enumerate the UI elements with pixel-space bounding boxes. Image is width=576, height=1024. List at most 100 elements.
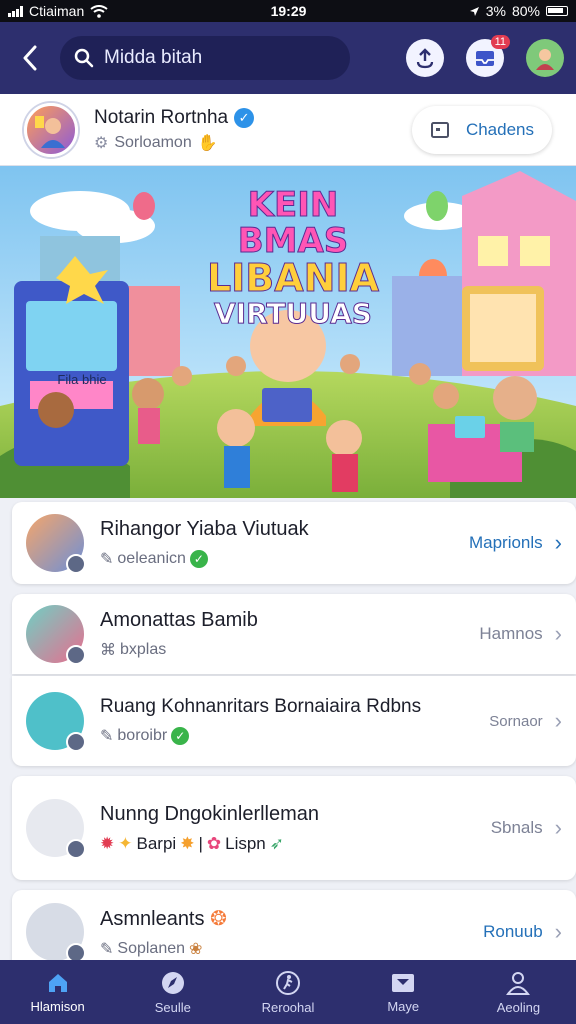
item-title: Asmnleants <box>100 907 205 930</box>
battery-percent: 80% <box>511 3 540 19</box>
item-title: Amonattas Bamib <box>100 608 258 631</box>
notification-badge: 11 <box>490 35 510 49</box>
edit-icon: ✎ <box>100 728 114 745</box>
divider: | <box>198 833 203 853</box>
channel-subtitle-row: ⚙ Sorloamon ✋ <box>94 133 254 153</box>
item-title: Ruang Kohnanritars Bornaiaira Rdbns <box>100 696 422 717</box>
profile-avatar-button[interactable] <box>526 39 564 77</box>
flower-icon: ✿ <box>206 833 222 853</box>
status-right: 3% 80% <box>469 3 568 19</box>
item-action-label: Hamnos <box>479 624 543 643</box>
item-avatar <box>26 605 86 665</box>
verified-icon: ✓ <box>234 107 255 128</box>
list-item[interactable]: Ruang Kohnanritars Bornaiaira Rdbns ✎ bo… <box>12 676 576 766</box>
item-title: Rihangor Yiaba Viutuak <box>100 517 309 540</box>
channel-avatar-image <box>35 115 65 148</box>
channel-avatar[interactable] <box>24 102 78 157</box>
bluetooth-battery: 3% <box>485 3 506 19</box>
list-item[interactable]: Nunng Dngokinlerlleman ✹ ✦ Barpi ✸ | ✿ L… <box>12 776 576 880</box>
item-action[interactable]: Sbnals › <box>491 815 562 841</box>
hand-icon: ✋ <box>197 134 218 152</box>
top-nav: 11 <box>0 22 576 94</box>
channel-name: Notarin Rortnha <box>94 106 229 128</box>
inbox-icon <box>476 51 494 66</box>
upload-button[interactable] <box>406 39 444 77</box>
clock: 19:29 <box>270 3 307 19</box>
gear-icon: ⚙ <box>94 134 109 152</box>
check-icon: ✓ <box>189 549 208 568</box>
search-input[interactable] <box>104 47 324 69</box>
item-avatar <box>26 692 86 752</box>
channels-button[interactable]: Chadens <box>411 105 552 154</box>
item-avatar <box>26 903 86 963</box>
search-bar[interactable] <box>60 36 350 80</box>
item-action[interactable]: Maprionls › <box>469 530 562 556</box>
banner-title: KEIN BMAS LIBANIA VIRTUUAS <box>188 185 398 331</box>
check-icon: ✓ <box>171 727 190 745</box>
tab-label: Hlamison <box>30 998 85 1014</box>
wifi-icon <box>90 4 108 18</box>
channel-info: Notarin Rortnha ✓ ⚙ Sorloamon ✋ <box>94 106 255 153</box>
item-avatar <box>26 799 86 859</box>
home-icon <box>48 973 67 992</box>
frame-icon <box>430 121 449 138</box>
star-icon: ✦ <box>118 833 133 853</box>
item-title-row: Asmnleants ❂ <box>100 906 483 931</box>
item-body: Rihangor Yiaba Viutuak ✎ oeleanicn ✓ <box>100 518 469 569</box>
upload-icon <box>416 48 434 69</box>
sticker-icon: ❂ <box>210 907 227 930</box>
item-action-label: Maprionls <box>468 533 543 552</box>
item-subtitle-row: ✎ boroibr ✓ <box>100 726 489 746</box>
person-icon <box>506 971 531 995</box>
list-item[interactable]: Amonattas Bamib ⌘ bxplas Hamnos › <box>12 594 576 674</box>
tab-label: Seulle <box>154 999 191 1015</box>
channel-subtitle: Sorloamon <box>114 133 192 151</box>
item-subtitle-a: Barpi <box>136 833 177 853</box>
list-item[interactable]: Rihangor Yiaba Viutuak ✎ oeleanicn ✓ Map… <box>12 502 576 584</box>
item-subtitle-row: ✹ ✦ Barpi ✸ | ✿ Lispn ➶ <box>100 834 491 854</box>
status-dot <box>66 839 86 859</box>
carrier-label: Ctiaiman <box>29 3 85 19</box>
item-subtitle: bxplas <box>120 640 167 658</box>
tab-account[interactable]: Aeoling <box>461 960 576 1024</box>
notifications-button[interactable]: 11 <box>466 35 510 77</box>
battery-icon <box>545 6 568 16</box>
tab-label: Aeoling <box>496 999 541 1015</box>
location-icon <box>469 6 479 16</box>
activity-icon <box>276 970 300 995</box>
item-subtitle-row: ✎ oeleanicn ✓ <box>100 549 469 569</box>
tab-explore[interactable]: Seulle <box>115 960 230 1024</box>
chevron-right-icon: › <box>554 530 562 555</box>
item-subtitle: boroibr <box>117 727 168 744</box>
item-subtitle-b: Lispn <box>225 833 266 853</box>
tab-home[interactable]: Hlamison <box>0 960 115 1024</box>
compass-icon <box>161 971 184 994</box>
item-action[interactable]: Ronuub › <box>483 919 562 945</box>
tab-label: Maye <box>387 998 420 1014</box>
item-body: Nunng Dngokinlerlleman ✹ ✦ Barpi ✸ | ✿ L… <box>100 803 491 854</box>
avatar <box>536 49 554 70</box>
bug-icon: ✹ <box>100 833 115 853</box>
arcade-sign: Fila bhie <box>57 372 107 387</box>
chevron-right-icon: › <box>554 708 562 733</box>
item-body: Amonattas Bamib ⌘ bxplas <box>100 609 479 660</box>
status-dot <box>66 732 86 752</box>
banner-title-line-1: KEIN BMAS <box>237 185 349 261</box>
tab-activity[interactable]: Reroohal <box>230 960 345 1024</box>
bear-icon: ❀ <box>189 940 203 958</box>
item-action-label: Ronuub <box>483 922 543 941</box>
tab-inbox[interactable]: Maye <box>346 960 461 1024</box>
channel-header: Notarin Rortnha ✓ ⚙ Sorloamon ✋ Chadens <box>0 94 576 166</box>
item-subtitle: oeleanicn <box>117 549 186 567</box>
item-action[interactable]: Hamnos › <box>479 621 562 647</box>
chevron-right-icon: › <box>554 815 562 840</box>
item-subtitle-row: ⌘ bxplas <box>100 640 479 660</box>
back-button[interactable] <box>12 40 48 76</box>
banner-title-line-3: VIRTUUAS <box>214 297 373 331</box>
rocket-icon: ➶ <box>269 833 284 853</box>
hero-banner[interactable]: KEIN BMAS LIBANIA VIRTUUAS Fila bhie <box>0 166 576 498</box>
fire-icon: ✸ <box>180 833 195 853</box>
tab-label: Reroohal <box>261 999 315 1015</box>
item-action[interactable]: Sornaor › <box>489 708 562 734</box>
edit-icon: ✎ <box>100 940 114 958</box>
